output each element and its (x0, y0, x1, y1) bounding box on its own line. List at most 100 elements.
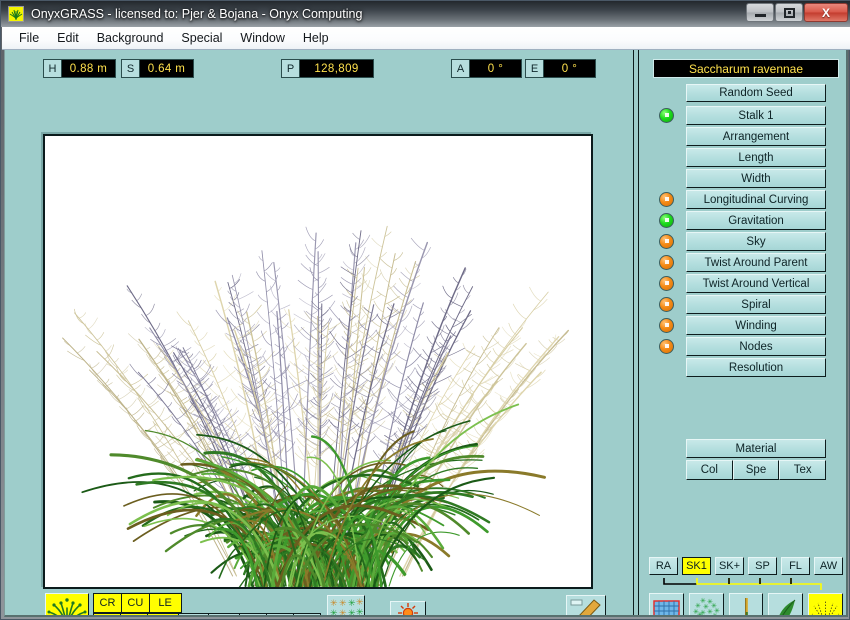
measure-field-azimuth[interactable]: A 0 ° (451, 59, 522, 78)
parameter-button-arrangement[interactable]: Arrangement (686, 127, 826, 146)
tab-ra[interactable]: RA (649, 557, 678, 575)
component-tab-row: RA SK1 SK+ SP FL AW (649, 557, 843, 575)
parameter-row-arrangement: Arrangement (686, 127, 826, 148)
grid-icon[interactable] (649, 593, 684, 617)
tab-sp[interactable]: SP (748, 557, 777, 575)
parameter-button-winding[interactable]: Winding (686, 316, 826, 335)
star-pattern-icon[interactable]: ✳✳ ✳✳ ✳✳ ✳✳ ✳✳ ✳✳ (327, 595, 365, 617)
svg-text:✳: ✳ (703, 615, 709, 617)
measure-label-p: P (281, 59, 300, 78)
indicator-dot-spiral[interactable] (659, 297, 674, 312)
code-row-top: CR CU LE (93, 593, 321, 613)
grass-plant-render (45, 136, 591, 587)
parameter-button-resolution[interactable]: Resolution (686, 358, 826, 377)
measure-value-a: 0 ° (470, 59, 522, 78)
parameter-button-twist-around-vertical[interactable]: Twist Around Vertical (686, 274, 826, 293)
svg-text:✳: ✳ (339, 609, 347, 617)
parameter-button-longitudinal-curving[interactable]: Longitudinal Curving (686, 190, 826, 209)
stalk-icon[interactable] (729, 593, 764, 617)
indicator-dot-winding[interactable] (659, 318, 674, 333)
code-button-sk1[interactable]: SK1 (147, 613, 179, 617)
code-spacer-5 (292, 593, 321, 613)
tab-fl[interactable]: FL (781, 557, 810, 575)
code-button-cu[interactable]: CU (121, 593, 150, 613)
minimize-button[interactable] (746, 3, 774, 22)
maximize-button[interactable] (775, 3, 803, 22)
menu-item-special[interactable]: Special (172, 29, 231, 47)
parameter-button-stalk-1[interactable]: Stalk 1 (686, 106, 826, 125)
measure-label-a: A (451, 59, 470, 78)
sun-lighting-icon[interactable] (390, 601, 426, 617)
measure-field-elevation[interactable]: E 0 ° (525, 59, 596, 78)
clump-dots-icon[interactable]: ✳✳ ✳✳✳ ✳✳✳✳ ✳✳✳ ✳✳ ✳✳ (689, 593, 724, 617)
code-button-sk3[interactable]: SK3 (208, 613, 240, 617)
parameter-button-length[interactable]: Length (686, 148, 826, 167)
leaf-icon[interactable] (768, 593, 803, 617)
code-spacer-3 (236, 593, 265, 613)
grass-logo-icon[interactable] (45, 593, 89, 617)
paint-brush-icon[interactable] (566, 595, 606, 617)
indicator-dot-gravitation[interactable] (659, 213, 674, 228)
material-button-spe[interactable]: Spe (733, 460, 780, 480)
tab-sk1[interactable]: SK1 (682, 557, 711, 575)
title-bar[interactable]: OnyxGRASS - licensed to: Pjer & Bojana -… (1, 1, 850, 27)
component-code-grid: CR CU LE i RA SK1 SK2 SK3 (93, 593, 321, 617)
menu-item-background[interactable]: Background (88, 29, 173, 47)
bottom-toolbar: CR CU LE i RA SK1 SK2 SK3 (5, 590, 633, 617)
parameter-button-width[interactable]: Width (686, 169, 826, 188)
parameter-button-spiral[interactable]: Spiral (686, 295, 826, 314)
menu-item-help[interactable]: Help (294, 29, 338, 47)
material-button-col[interactable]: Col (686, 460, 733, 480)
parameter-row-sky: Sky (686, 232, 826, 253)
parameter-button-nodes[interactable]: Nodes (686, 337, 826, 356)
code-spacer-2 (208, 593, 237, 613)
code-button-sp[interactable]: SP (239, 613, 267, 617)
species-name-display[interactable]: Saccharum ravennae (653, 59, 839, 78)
measure-field-spread[interactable]: S 0.64 m (121, 59, 194, 78)
parameter-button-sky[interactable]: Sky (686, 232, 826, 251)
menu-item-edit[interactable]: Edit (48, 29, 88, 47)
code-button-aw[interactable]: AW (293, 613, 321, 617)
indicator-dot-twist-around-vertical[interactable] (659, 276, 674, 291)
measure-field-polygons[interactable]: P 128,809 (281, 59, 374, 78)
parameter-button-twist-around-parent[interactable]: Twist Around Parent (686, 253, 826, 272)
plant-render-canvas[interactable]: Saccharum ravennae (43, 134, 593, 589)
parameter-button-gravitation[interactable]: Gravitation (686, 211, 826, 230)
parameter-row-stalk-1: Stalk 1 (686, 106, 826, 127)
window-title: OnyxGRASS - licensed to: Pjer & Bojana -… (31, 7, 362, 21)
measure-value-s: 0.64 m (140, 59, 194, 78)
random-seed-button[interactable]: Random Seed (686, 84, 826, 102)
awn-plume-icon[interactable] (808, 593, 843, 617)
svg-text:✳: ✳ (348, 609, 356, 617)
svg-text:✳: ✳ (339, 599, 347, 609)
menu-item-window[interactable]: Window (231, 29, 293, 47)
indicator-dot-sky[interactable] (659, 234, 674, 249)
parameter-row-longitudinal-curving: Longitudinal Curving (686, 190, 826, 211)
material-button[interactable]: Material (686, 439, 826, 458)
code-button-le[interactable]: LE (149, 593, 182, 613)
code-spacer-1 (181, 593, 210, 613)
material-button-tex[interactable]: Tex (779, 460, 826, 480)
tab-aw[interactable]: AW (814, 557, 843, 575)
code-button-fl[interactable]: FL (266, 613, 294, 617)
menu-bar: File Edit Background Special Window Help (2, 27, 850, 50)
menu-item-file[interactable]: File (10, 29, 48, 47)
indicator-dot-nodes[interactable] (659, 339, 674, 354)
measure-field-height[interactable]: H 0.88 m (43, 59, 116, 78)
tab-skplus[interactable]: SK+ (715, 557, 744, 575)
tab-hierarchy-bracket (649, 577, 843, 591)
code-button-cr[interactable]: CR (93, 593, 122, 613)
indicator-dot-stalk-1[interactable] (659, 108, 674, 123)
code-row-bottom: i RA SK1 SK2 SK3 SP FL AW (93, 613, 321, 617)
measure-value-p: 128,809 (300, 59, 374, 78)
indicator-dot-twist-around-parent[interactable] (659, 255, 674, 270)
parameter-row-resolution: Resolution (686, 358, 826, 379)
parameter-row-winding: Winding (686, 316, 826, 337)
code-button-ra[interactable]: RA (120, 613, 148, 617)
close-button[interactable]: X (804, 3, 848, 22)
indicator-dot-longitudinal-curving[interactable] (659, 192, 674, 207)
code-button-info[interactable]: i (93, 613, 121, 617)
parameter-row-twist-around-parent: Twist Around Parent (686, 253, 826, 274)
parameter-row-gravitation: Gravitation (686, 211, 826, 232)
code-button-sk2[interactable]: SK2 (178, 613, 210, 617)
